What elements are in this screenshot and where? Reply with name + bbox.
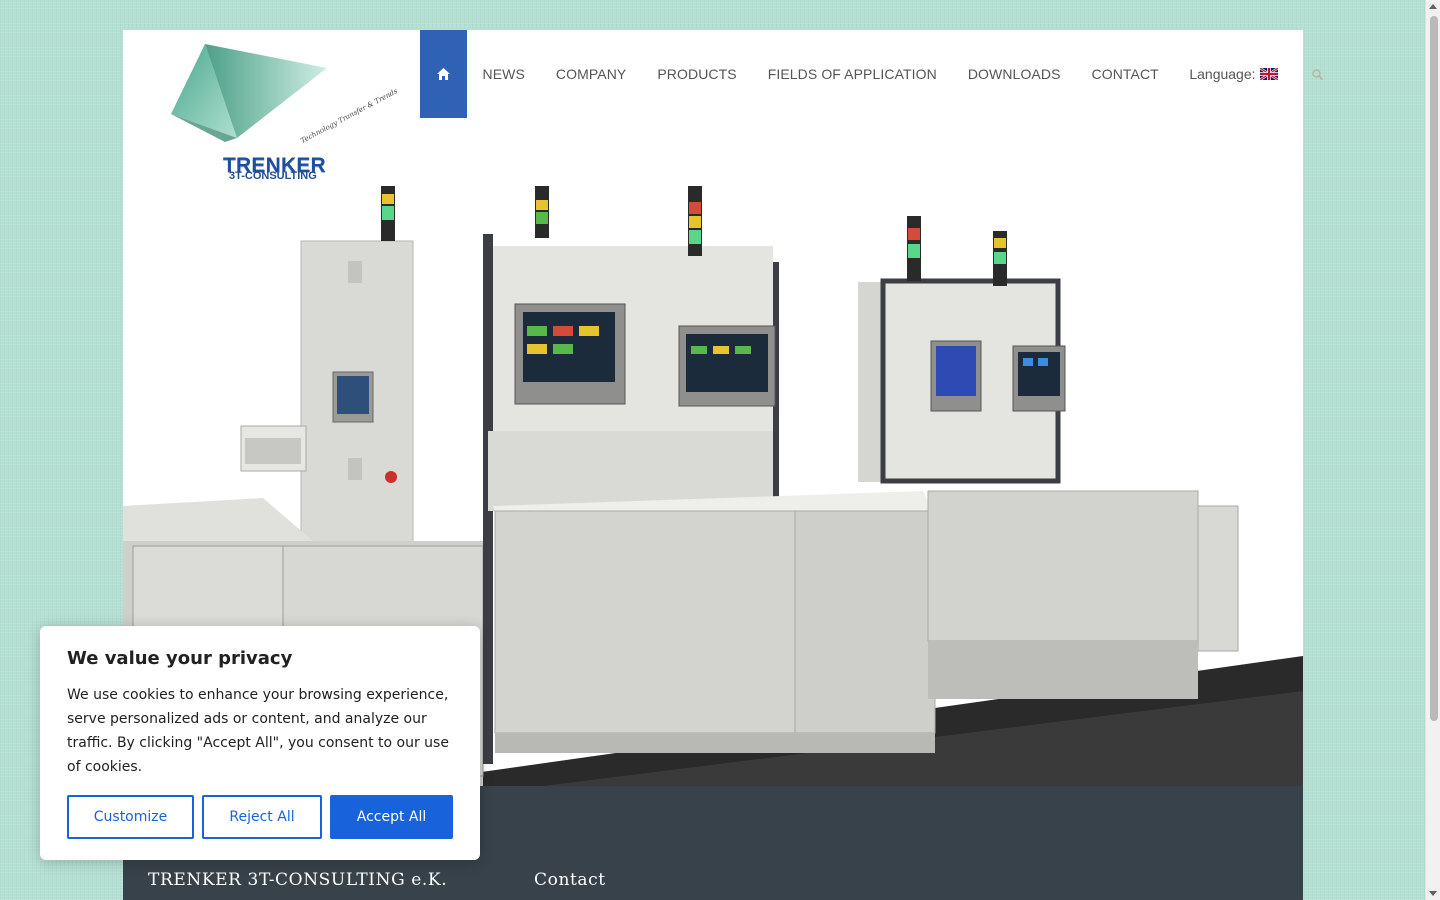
home-icon xyxy=(437,68,450,80)
customize-button[interactable]: Customize xyxy=(67,795,194,839)
language-selector[interactable]: Language: xyxy=(1174,66,1292,82)
reject-all-button[interactable]: Reject All xyxy=(202,795,322,839)
main-navigation: NEWS COMPANY PRODUCTS FIELDS OF APPLICAT… xyxy=(420,30,1335,118)
cookie-button-group: Customize Reject All Accept All xyxy=(67,795,453,839)
nav-item-news[interactable]: NEWS xyxy=(467,30,540,118)
site-logo[interactable]: Technology Transfer & Trends TRENKER 3T-… xyxy=(165,42,399,182)
cookie-banner-title: We value your privacy xyxy=(67,648,293,669)
nav-item-downloads[interactable]: DOWNLOADS xyxy=(952,30,1076,118)
page-scrollbar[interactable] xyxy=(1425,0,1440,900)
uk-flag-icon xyxy=(1259,68,1278,80)
scroll-up-arrow-icon[interactable] xyxy=(1429,4,1437,9)
scroll-down-arrow-icon[interactable] xyxy=(1429,891,1437,896)
logo-brand-subname: 3T-CONSULTING xyxy=(229,170,317,182)
search-button[interactable] xyxy=(1301,30,1335,118)
footer-company-name: TRENKER 3T-CONSULTING e.K. xyxy=(148,870,448,890)
cookie-consent-banner: We value your privacy We use cookies to … xyxy=(40,626,480,860)
search-icon xyxy=(1312,68,1324,80)
scrollbar-thumb[interactable] xyxy=(1430,16,1438,721)
home-button[interactable] xyxy=(420,30,467,118)
footer-contact-heading: Contact xyxy=(534,870,606,890)
language-label: Language: xyxy=(1189,66,1256,82)
cookie-banner-text: We use cookies to enhance your browsing … xyxy=(67,687,449,775)
nav-item-contact[interactable]: CONTACT xyxy=(1076,30,1174,118)
nav-item-fields-of-application[interactable]: FIELDS OF APPLICATION xyxy=(752,30,952,118)
nav-item-products[interactable]: PRODUCTS xyxy=(642,30,752,118)
nav-item-company[interactable]: COMPANY xyxy=(540,30,641,118)
accept-all-button[interactable]: Accept All xyxy=(330,795,453,839)
